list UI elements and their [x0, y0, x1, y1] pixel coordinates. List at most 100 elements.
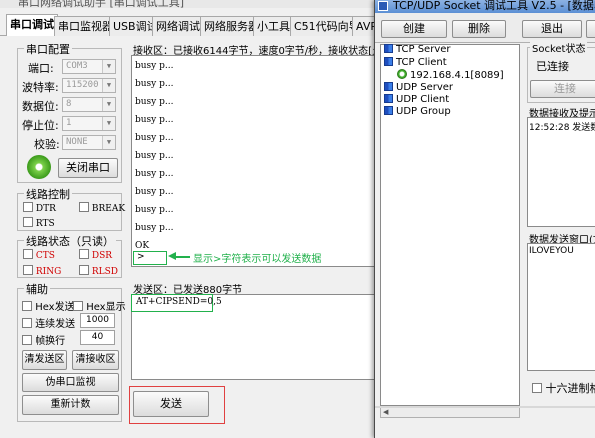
baud-select[interactable]: 115200 ▼	[62, 78, 116, 93]
tcp-app-icon	[378, 1, 388, 11]
hex-send-checkbox[interactable]: Hex发送	[22, 298, 75, 313]
dsr-label: DSR	[91, 251, 113, 261]
chevron-down-icon: ▼	[102, 60, 115, 73]
exit-button[interactable]: 退出	[522, 20, 582, 38]
connect-button[interactable]: 连接	[530, 80, 595, 98]
send-panel-box[interactable]: ILOVEYOU	[527, 243, 595, 371]
close-port-button[interactable]: 关闭串口	[58, 158, 118, 178]
tcp-title-bar: TCP/UDP Socket 调试工具 V2.5 - [数据收发窗口]	[375, 0, 595, 13]
annotation-arrow-head	[168, 252, 176, 260]
checkbox-box	[532, 383, 542, 393]
create-button[interactable]: 创建	[381, 20, 447, 38]
rts-label: RTS	[35, 219, 55, 229]
ring-label: RING	[35, 267, 62, 277]
tab-network-debug[interactable]: 网络调试	[152, 16, 204, 36]
receive-panel-box[interactable]: 12:52:28 发送数据	[527, 117, 595, 227]
rts-checkbox[interactable]: RTS	[23, 217, 55, 229]
tree-udp-group-label: UDP Group	[396, 106, 451, 117]
databits-label: 数据位:	[22, 100, 59, 113]
port-status-icon	[27, 155, 51, 179]
dsr-indicator: DSR	[79, 249, 112, 261]
break-checkbox[interactable]: BREAK	[79, 202, 125, 214]
cts-indicator: CTS	[23, 249, 55, 261]
tree-client-entry-label: 192.168.4.1[8089]	[410, 70, 504, 81]
port-value: COM3	[66, 61, 88, 71]
tree-tcp-server-label: TCP Server	[396, 44, 451, 55]
checkbox-box	[22, 301, 32, 311]
stopbits-select[interactable]: 1 ▼	[62, 116, 116, 131]
network-icon	[384, 106, 393, 115]
tree-udp-server-label: UDP Server	[396, 82, 454, 93]
annotation-text: 显示>字符表示可以发送数据	[193, 254, 322, 265]
dtr-checkbox[interactable]: DTR	[23, 202, 56, 214]
tree-tcp-server[interactable]: TCP Server	[384, 44, 451, 55]
checkbox-box	[23, 265, 33, 275]
delete-button[interactable]: 删除	[452, 20, 506, 38]
parity-select[interactable]: NONE ▼	[62, 135, 116, 150]
hex-display-label: Hex显示	[86, 302, 126, 313]
parity-label: 校验:	[34, 138, 60, 151]
clear-receive-button[interactable]: 清接收区	[72, 350, 119, 370]
receive-line: busy p...	[135, 133, 174, 143]
baud-label: 波特率:	[22, 81, 59, 94]
chevron-down-icon: ▼	[102, 79, 115, 92]
tab-serial-monitor[interactable]: 串口监视器	[54, 16, 117, 36]
checkbox-box	[23, 217, 33, 227]
frame-newline-checkbox[interactable]: 帧换行	[22, 332, 65, 347]
line-control-title: 线路控制	[24, 186, 72, 202]
port-select[interactable]: COM3 ▼	[62, 59, 116, 74]
receive-line: busy p...	[135, 205, 174, 215]
stopbits-value: 1	[66, 118, 72, 128]
receive-panel-log: 12:52:28 发送数据	[529, 123, 595, 133]
rlsd-indicator: RLSD	[79, 265, 118, 277]
send-panel-text: ILOVEYOU	[529, 246, 574, 256]
socket-state-title: Socket状态	[530, 40, 588, 55]
main-window-title: 串口网络调试助手 [串口调试工具]	[18, 0, 185, 8]
tab-serial-debug[interactable]: 串口调试	[6, 14, 58, 36]
network-icon	[384, 44, 393, 53]
ring-indicator: RING	[23, 265, 61, 277]
receive-prompt-line: >	[137, 252, 145, 262]
clear-send-button[interactable]: 清发送区	[22, 350, 67, 370]
send-button[interactable]: 发送	[133, 391, 209, 417]
tree-udp-group[interactable]: UDP Group	[384, 106, 451, 117]
checkbox-box	[22, 335, 32, 345]
connected-icon	[397, 69, 407, 79]
line-status-title: 线路状态（只读）	[24, 233, 116, 249]
recount-button[interactable]: 重新计数	[22, 395, 119, 415]
receive-line: busy p...	[135, 115, 174, 125]
databits-select[interactable]: 8 ▼	[62, 97, 116, 112]
tree-udp-server[interactable]: UDP Server	[384, 82, 453, 93]
frame-input[interactable]: 40	[80, 330, 115, 345]
receive-line: busy p...	[135, 79, 174, 89]
network-icon	[384, 82, 393, 91]
fake-monitor-button[interactable]: 伪串口监视	[22, 373, 119, 392]
tree-udp-client-label: UDP Client	[396, 94, 450, 105]
stopbits-label: 停止位:	[22, 119, 59, 132]
interval-input[interactable]: 1000	[80, 313, 115, 328]
continuous-send-label: 连续发送	[35, 319, 76, 330]
tcp-window-bottom	[375, 406, 595, 408]
continuous-send-checkbox[interactable]: 连续发送	[22, 315, 75, 330]
serial-config-title: 串口配置	[24, 41, 72, 57]
dtr-label: DTR	[35, 204, 56, 214]
tcp-window-title: TCP/UDP Socket 调试工具 V2.5 - [数据收发窗口]	[393, 0, 595, 12]
checkbox-box	[79, 249, 89, 259]
network-icon	[384, 94, 393, 103]
checkbox-box	[23, 202, 33, 212]
network-icon	[384, 57, 393, 66]
hex-format-checkbox[interactable]: 十六进制格	[532, 380, 595, 396]
tree-tcp-client[interactable]: TCP Client	[384, 57, 447, 68]
main-title-bar: 串口网络调试助手 [串口调试工具]	[0, 0, 380, 8]
tree-udp-client[interactable]: UDP Client	[384, 94, 449, 105]
cts-label: CTS	[35, 251, 55, 261]
toolbar-overflow-button[interactable]	[586, 20, 595, 38]
port-label: 端口:	[28, 62, 54, 75]
checkbox-box	[79, 265, 89, 275]
tab-tools[interactable]: 小工具	[253, 16, 294, 36]
checkbox-box	[22, 318, 32, 328]
parity-value: NONE	[66, 137, 88, 147]
checkbox-box	[23, 249, 33, 259]
tree-client-entry[interactable]: 192.168.4.1[8089]	[397, 69, 504, 81]
hex-display-checkbox[interactable]: Hex显示	[73, 298, 126, 313]
